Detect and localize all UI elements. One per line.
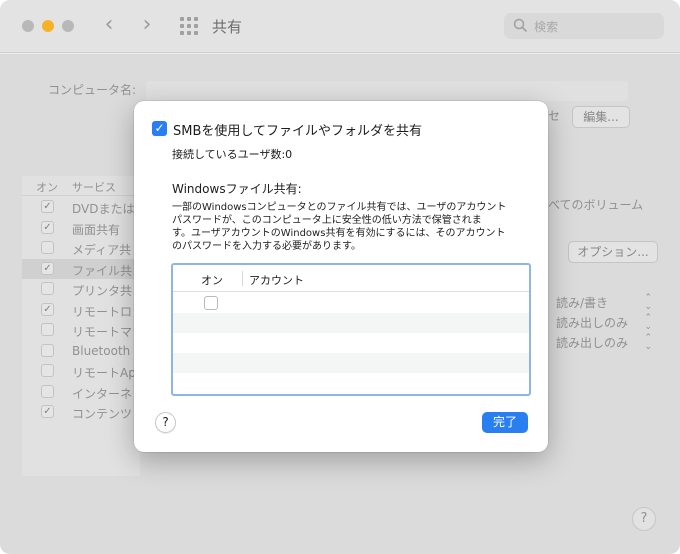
help-button[interactable]: ? bbox=[155, 412, 176, 433]
search-input[interactable]: 検索 bbox=[504, 13, 664, 39]
smb-checkbox[interactable]: ✓ bbox=[152, 121, 167, 136]
description-line: 一部のWindowsコンピュータとのファイル共有では、ユーザのアカウント bbox=[172, 202, 507, 213]
done-button[interactable]: 完了 bbox=[482, 412, 528, 433]
search-placeholder: 検索 bbox=[534, 20, 559, 34]
table-row-empty bbox=[173, 373, 529, 393]
account-enable-checkbox[interactable] bbox=[204, 296, 218, 310]
zoom-window-button[interactable] bbox=[62, 20, 74, 32]
connected-users-count: 接続しているユーザ数:0 bbox=[172, 148, 293, 161]
description-line: す。ユーザアカウントのWindows共有を有効にするには、そのアカウント bbox=[172, 228, 506, 239]
minimize-window-button[interactable] bbox=[42, 20, 54, 32]
smb-checkbox-label: SMBを使用してファイルやフォルダを共有 bbox=[173, 124, 422, 139]
show-all-grid-icon[interactable] bbox=[180, 17, 198, 35]
column-header-on[interactable]: オン bbox=[201, 272, 223, 288]
close-window-button[interactable] bbox=[22, 20, 34, 32]
windows-sharing-title: Windowsファイル共有: bbox=[172, 182, 302, 196]
back-chevron-icon[interactable]: ‹ bbox=[98, 12, 120, 38]
table-row-empty bbox=[173, 353, 529, 373]
description-line: のパスワードを入力する必要があります。 bbox=[172, 241, 361, 252]
windows-sharing-description: 一部のWindowsコンピュータとのファイル共有では、ユーザのアカウント パスワ… bbox=[172, 201, 522, 253]
description-line: パスワードが、このコンピュータ上に安全性の低い方法で保管されま bbox=[172, 215, 482, 226]
title-bar: ‹ › 共有 検索 bbox=[0, 0, 680, 53]
table-row[interactable] bbox=[173, 293, 529, 313]
forward-chevron-icon[interactable]: › bbox=[136, 12, 158, 38]
table-row-empty bbox=[173, 313, 529, 333]
accounts-table[interactable]: オン アカウント bbox=[171, 263, 531, 396]
window-title: 共有 bbox=[212, 18, 243, 36]
table-row-empty bbox=[173, 333, 529, 353]
column-divider[interactable] bbox=[242, 271, 243, 286]
search-icon bbox=[513, 18, 527, 32]
smb-options-sheet: ✓ SMBを使用してファイルやフォルダを共有 接続しているユーザ数:0 Wind… bbox=[134, 101, 548, 452]
accounts-table-header: オン アカウント bbox=[173, 265, 529, 292]
column-header-account[interactable]: アカウント bbox=[249, 272, 304, 288]
sharing-window: ‹ › 共有 検索 コンピュータ名: セ 編集... べてのボリューム オプショ… bbox=[0, 0, 680, 554]
